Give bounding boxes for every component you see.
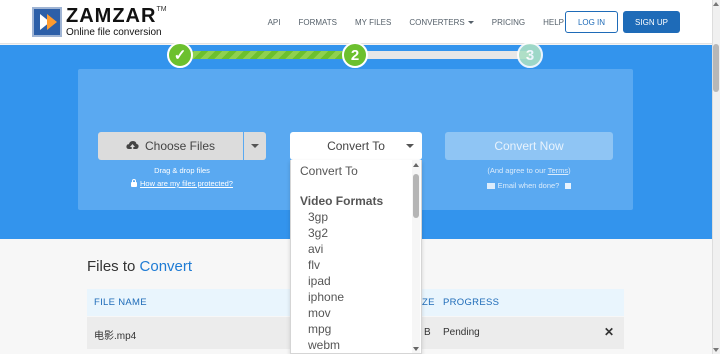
nav-help[interactable]: HELP	[543, 18, 564, 27]
nav-my-files[interactable]: MY FILES	[355, 18, 391, 27]
zamzar-logo-icon	[32, 7, 62, 37]
choose-files-label: Choose Files	[144, 139, 216, 153]
site-header: ZAMZARTM Online file conversion API FORM…	[0, 0, 720, 44]
nav-pricing[interactable]: PRICING	[492, 18, 525, 27]
upload-cloud-icon	[126, 141, 139, 151]
file-name-cell: 电影.mp4	[94, 331, 137, 342]
agree-terms-text: (And agree to our Terms)	[487, 166, 571, 175]
dropdown-scrollbar[interactable]	[412, 160, 420, 353]
scroll-up-arrow-icon[interactable]	[713, 2, 719, 6]
convert-to-dropdown-list[interactable]: Convert To Video Formats 3gp 3g2 avi flv…	[290, 160, 422, 354]
dropdown-scroll-down-icon[interactable]	[413, 347, 419, 351]
dropdown-header-option[interactable]: Convert To	[300, 164, 358, 178]
email-when-done: Email when done?	[445, 181, 613, 190]
column-size: ZE	[422, 297, 435, 308]
format-option-iphone[interactable]: iphone	[308, 290, 344, 304]
format-option-3gp[interactable]: 3gp	[308, 210, 328, 224]
format-option-flv[interactable]: flv	[308, 258, 320, 272]
brand-tagline: Online file conversion	[66, 27, 162, 38]
nav-converters-label: CONVERTERS	[409, 17, 465, 27]
nav-formats[interactable]: FORMATS	[299, 18, 338, 27]
chevron-down-icon	[467, 20, 474, 24]
email-checkbox[interactable]	[565, 183, 572, 189]
format-option-ipad[interactable]: ipad	[308, 274, 331, 288]
video-formats-group-label: Video Formats	[300, 194, 384, 208]
convert-now-button[interactable]: Convert Now	[445, 132, 613, 160]
column-progress: PROGRESS	[443, 297, 500, 308]
files-protected-link[interactable]: How are my files protected?	[98, 179, 266, 188]
step-3-number: 3	[525, 46, 535, 64]
choose-files-dropdown-toggle[interactable]	[244, 132, 266, 160]
format-option-avi[interactable]: avi	[308, 242, 323, 256]
scrollbar-thumb[interactable]	[713, 44, 719, 92]
nav-converters[interactable]: CONVERTERS	[409, 17, 474, 27]
caret-down-icon	[251, 144, 259, 148]
dropdown-scrollbar-thumb[interactable]	[413, 174, 419, 218]
lock-icon	[131, 179, 138, 187]
files-to-convert-title: Files to Convert	[87, 258, 193, 275]
step-2-current: 2	[342, 42, 368, 68]
choose-files-button[interactable]: Choose Files	[98, 132, 243, 160]
convert-to-select[interactable]: Convert To	[290, 132, 422, 160]
step-1-complete: ✓	[167, 42, 193, 68]
format-option-mov[interactable]: mov	[308, 306, 331, 320]
page-scrollbar[interactable]	[712, 0, 720, 354]
login-button[interactable]: LOG IN	[565, 11, 618, 33]
zamzar-logo[interactable]: ZAMZARTM Online file conversion	[32, 6, 167, 38]
progress-fill	[180, 51, 355, 59]
terms-link[interactable]: Terms	[548, 166, 568, 175]
format-option-3g2[interactable]: 3g2	[308, 226, 328, 240]
remove-file-close-icon[interactable]: ✕	[604, 325, 614, 339]
main-nav: API FORMATS MY FILES CONVERTERS PRICING …	[268, 0, 564, 44]
brand-name: ZAMZAR	[66, 5, 157, 27]
dropdown-scroll-up-icon[interactable]	[413, 163, 419, 167]
brand-tm: TM	[156, 6, 167, 13]
step-3-pending: 3	[517, 42, 543, 68]
email-when-done-label: Email when done?	[497, 181, 560, 190]
drag-drop-hint: Drag & drop files	[154, 166, 210, 175]
file-status-cell: Pending	[443, 327, 480, 338]
signup-button[interactable]: SIGN UP	[623, 11, 680, 33]
format-option-webm[interactable]: webm	[308, 338, 340, 352]
format-option-mpg[interactable]: mpg	[308, 322, 331, 336]
checkmark-icon: ✓	[173, 47, 187, 64]
step-2-number: 2	[350, 46, 360, 64]
convert-to-value: Convert To	[327, 139, 385, 153]
nav-api[interactable]: API	[268, 18, 281, 27]
mail-icon	[486, 183, 495, 189]
scroll-down-arrow-icon[interactable]	[713, 348, 719, 352]
caret-down-icon	[406, 144, 414, 148]
file-size-cell: B	[424, 327, 431, 338]
files-protected-label: How are my files protected?	[140, 179, 233, 188]
column-file-name: FILE NAME	[94, 297, 147, 308]
